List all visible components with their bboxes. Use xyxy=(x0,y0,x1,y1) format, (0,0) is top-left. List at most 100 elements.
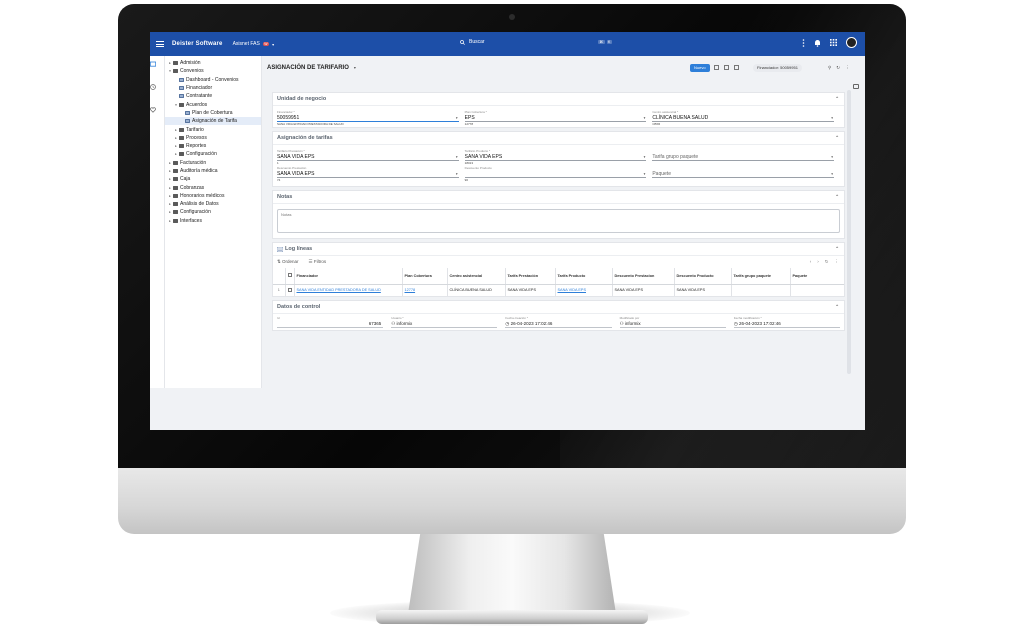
chevron-up-icon[interactable]: ⌃ xyxy=(835,194,839,200)
chevron-right-icon[interactable]: › xyxy=(817,259,819,265)
tree-item[interactable]: ▾ Convenios xyxy=(165,67,261,75)
column-header[interactable]: Tarifa Producto xyxy=(554,268,612,285)
section-header[interactable]: Log líneas ⌃ xyxy=(273,243,844,256)
chevron-down-icon[interactable]: ▾ xyxy=(456,153,458,161)
paquete-input[interactable]: Paquete ▾ xyxy=(652,170,835,178)
column-header[interactable]: Plan Cobertura xyxy=(401,268,447,285)
chevron-down-icon[interactable]: ▾ xyxy=(354,65,356,70)
descuento-prestacion-field[interactable]: Descuento Prestación SANA VIDA EPS ▾ 74 xyxy=(277,166,465,183)
tarifario-prestacion-input[interactable]: SANA VIDA EPS ▾ xyxy=(277,153,459,161)
grid-view-icon[interactable] xyxy=(714,65,719,70)
plan-cobertura-field[interactable]: Plan Cobertura * EPS ▾ 12778 xyxy=(464,110,653,127)
section-header[interactable]: Datos de control ⌃ xyxy=(273,301,844,314)
tree-item[interactable]: Plan de Cobertura xyxy=(165,109,261,117)
column-header[interactable]: Paquete xyxy=(789,268,844,285)
financiador-field[interactable]: Financiador * 50059951 ▾ SANA VIDA ENTIDA… xyxy=(277,110,465,127)
section-header[interactable]: Asignación de tarifas ⌃ xyxy=(273,132,844,145)
tarifario-producto-input[interactable]: SANA VIDA EPS ▾ xyxy=(464,153,647,161)
copy-icon[interactable] xyxy=(724,65,729,70)
centro-asistencial-input[interactable]: CLÍNICA BUENA SALUD ▾ xyxy=(652,114,835,122)
column-header[interactable]: Financiador xyxy=(293,268,402,285)
sort-button[interactable]: ⇅ Ordenar xyxy=(277,259,299,265)
chevron-down-icon[interactable]: ▾ xyxy=(831,153,833,161)
chevron-up-icon[interactable]: ⌃ xyxy=(835,304,839,310)
company-selector[interactable]: Asisnet FAS xyxy=(233,41,260,47)
select-all-header[interactable] xyxy=(284,268,294,285)
column-header[interactable]: Tarifa Prestación xyxy=(504,268,555,285)
financiador-cell[interactable]: SANA VIDA ENTIDAD PRESTADORA DE SALUD xyxy=(293,284,402,296)
link-icon[interactable]: ⚲ xyxy=(828,65,831,71)
heart-icon[interactable] xyxy=(150,107,156,113)
checkbox[interactable] xyxy=(287,287,292,292)
tree-item[interactable]: ▸ Interfaces xyxy=(165,217,261,225)
more-vertical-icon[interactable]: ⋮ xyxy=(845,65,850,71)
tree-item[interactable]: ▸ Caja xyxy=(165,175,261,183)
chevron-down-icon[interactable]: ▾ xyxy=(831,114,833,122)
tarifa-grupo-paquete-field[interactable]: Tarifa grupo paquete ▾ xyxy=(652,149,840,166)
tree-item[interactable]: ▸ Admisión xyxy=(165,59,261,67)
plan-cobertura-cell[interactable]: 12778 xyxy=(401,284,447,296)
tarifa-grupo-paquete-input[interactable]: Tarifa grupo paquete ▾ xyxy=(652,153,835,161)
tarifa-producto-cell[interactable]: SANA VIDA EPS xyxy=(554,284,612,296)
plan-cobertura-input[interactable]: EPS ▾ xyxy=(464,114,647,122)
column-header[interactable]: Descuento Prestacion xyxy=(611,268,674,285)
hamburger-menu-icon[interactable] xyxy=(156,41,164,47)
column-header[interactable]: Centro asistencial xyxy=(446,268,505,285)
apps-grid-icon[interactable] xyxy=(830,39,837,46)
folder-icon[interactable] xyxy=(150,61,157,67)
row-select[interactable] xyxy=(284,284,294,296)
chevron-down-icon[interactable]: ▾ xyxy=(456,114,458,122)
refresh-icon[interactable]: ↻ xyxy=(836,65,840,71)
column-header[interactable]: Tarifa grupo paquete xyxy=(730,268,790,285)
chevron-down-icon[interactable]: ▾ xyxy=(644,170,646,178)
column-header[interactable]: Descuento Producto xyxy=(673,268,731,285)
financiador-chip[interactable]: Financiador: 50059951 xyxy=(753,64,802,72)
table-row[interactable]: 1 SANA VIDA ENTIDAD PRESTADORA DE SALUD … xyxy=(273,284,844,296)
chevron-down-icon[interactable]: ▾ xyxy=(644,153,646,161)
more-vertical-icon[interactable]: ⋮ xyxy=(835,259,840,265)
descuento-producto-input[interactable]: ▾ xyxy=(464,170,647,178)
tree-item[interactable]: Financiador xyxy=(165,84,261,92)
tarifario-producto-field[interactable]: Tarifario Producto * SANA VIDA EPS ▾ 1801… xyxy=(464,149,653,166)
section-header[interactable]: Notas ⌃ xyxy=(273,191,844,204)
tree-item[interactable]: ▸ Análisis de Datos xyxy=(165,200,261,208)
paquete-field[interactable]: Paquete ▾ xyxy=(652,166,840,183)
chevron-up-icon[interactable]: ⌃ xyxy=(835,96,839,102)
more-vertical-icon[interactable] xyxy=(802,38,805,47)
tree-item[interactable]: ▾ Acuerdos xyxy=(165,100,261,108)
chevron-left-icon[interactable]: ‹ xyxy=(810,259,812,265)
tree-item[interactable]: Contratante xyxy=(165,92,261,100)
descuento-producto-field[interactable]: Descuento Producto ▾ 90 xyxy=(464,166,653,183)
tree-item[interactable]: Asignación de Tarifa xyxy=(165,117,261,126)
tree-item[interactable]: ▸ Reportes xyxy=(165,142,261,150)
checkbox[interactable] xyxy=(287,273,292,277)
tree-item[interactable]: ▸ Procesos xyxy=(165,134,261,142)
chevron-up-icon[interactable]: ⌃ xyxy=(835,246,839,252)
history-icon[interactable] xyxy=(150,84,156,90)
tree-item[interactable]: ▸ Cobranzas xyxy=(165,183,261,191)
descuento-prestacion-input[interactable]: SANA VIDA EPS ▾ xyxy=(277,170,459,178)
trash-icon[interactable] xyxy=(734,65,739,70)
chevron-down-icon[interactable]: ▾ xyxy=(644,114,646,122)
avatar[interactable] xyxy=(846,37,857,48)
new-button[interactable]: Nuevo xyxy=(690,64,710,72)
tree-item[interactable]: ▸ Tarifario xyxy=(165,125,261,133)
search-bar[interactable]: Buscar xyxy=(460,39,485,45)
tree-item[interactable]: Dashboard - Convenios xyxy=(165,76,261,84)
financiador-input[interactable]: 50059951 ▾ xyxy=(277,114,459,122)
scrollbar[interactable] xyxy=(847,90,851,374)
centro-asistencial-field[interactable]: Centro asistencial * CLÍNICA BUENA SALUD… xyxy=(652,110,840,127)
bell-icon[interactable] xyxy=(814,39,821,47)
tree-item[interactable]: ▸ Facturación xyxy=(165,159,261,167)
tree-item[interactable]: ▸ Honorarios médicos xyxy=(165,192,261,200)
chevron-down-icon[interactable]: ▾ xyxy=(272,42,274,47)
chevron-up-icon[interactable]: ⌃ xyxy=(835,135,839,141)
filter-button[interactable]: ☰ Filtros xyxy=(309,259,327,265)
refresh-icon[interactable]: ↻ xyxy=(825,259,829,265)
notes-textarea[interactable]: Notas xyxy=(277,209,840,233)
tree-item[interactable]: ▸ Configuración xyxy=(165,208,261,216)
tree-item[interactable]: ▸ Auditoría médica xyxy=(165,167,261,175)
chevron-down-icon[interactable]: ▾ xyxy=(456,170,458,178)
section-header[interactable]: Unidad de negocio ⌃ xyxy=(273,93,844,106)
tree-item[interactable]: ▸ Configuración xyxy=(165,150,261,158)
